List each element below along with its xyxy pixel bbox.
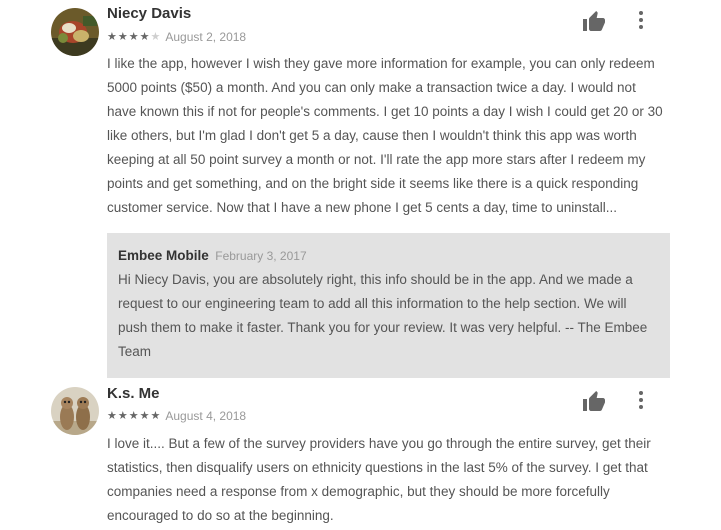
review-meta: ★ ★ ★ ★ ★ August 4, 2018 xyxy=(107,409,246,423)
avatar-image xyxy=(51,387,99,435)
review-date: August 2, 2018 xyxy=(165,30,247,44)
star-rating: ★ ★ ★ ★ ★ xyxy=(107,31,160,43)
more-vertical-icon[interactable] xyxy=(637,390,645,410)
review-card: Niecy Davis ★ ★ ★ ★ ★ August 2, 2018 I l… xyxy=(0,0,721,230)
star-icon: ★ xyxy=(139,31,150,43)
star-icon: ★ xyxy=(117,410,128,422)
review-date: August 4, 2018 xyxy=(165,409,247,423)
developer-reply: Embee Mobile February 3, 2017 Hi Niecy D… xyxy=(107,233,670,378)
star-icon: ★ xyxy=(117,31,128,43)
star-icon: ★ xyxy=(139,410,150,422)
review-meta: ★ ★ ★ ★ ★ August 2, 2018 xyxy=(107,30,246,44)
reviewer-name: K.s. Me xyxy=(107,385,160,402)
star-icon: ★ xyxy=(107,410,117,422)
reply-header: Embee Mobile February 3, 2017 xyxy=(118,247,307,265)
star-icon: ★ xyxy=(107,31,117,43)
reply-date: February 3, 2017 xyxy=(215,249,307,263)
reviewer-name: Niecy Davis xyxy=(107,5,192,22)
thumbs-up-icon[interactable] xyxy=(582,10,606,34)
review-text: I like the app, however I wish they gave… xyxy=(107,56,663,215)
star-rating: ★ ★ ★ ★ ★ xyxy=(107,410,160,422)
more-vertical-icon[interactable] xyxy=(637,10,645,30)
avatar[interactable] xyxy=(51,8,99,56)
avatar[interactable] xyxy=(51,387,99,435)
reply-author: Embee Mobile xyxy=(118,248,209,263)
review-card: K.s. Me ★ ★ ★ ★ ★ August 4, 2018 I love … xyxy=(0,380,721,530)
star-icon: ★ xyxy=(128,31,139,43)
star-icon: ★ xyxy=(150,31,161,43)
star-icon: ★ xyxy=(150,410,161,422)
review-text: I love it.... But a few of the survey pr… xyxy=(107,436,651,523)
reply-text: Hi Niecy Davis, you are absolutely right… xyxy=(118,272,648,359)
avatar-image xyxy=(51,8,99,56)
thumbs-up-icon[interactable] xyxy=(582,390,606,414)
star-icon: ★ xyxy=(128,410,139,422)
